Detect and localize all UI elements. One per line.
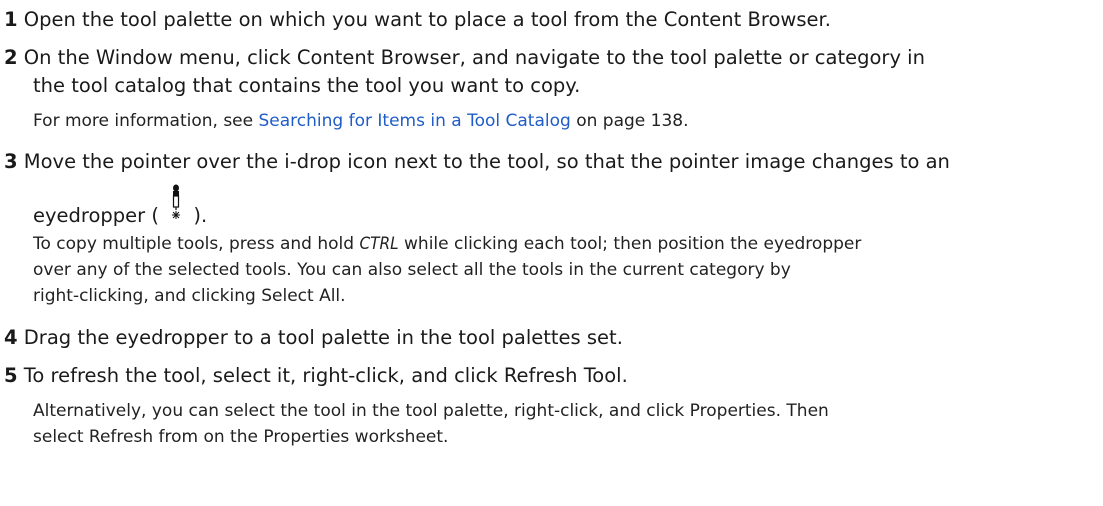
- step-1: 1 Open the tool palette on which you wan…: [4, 6, 1094, 34]
- step-4: 4 Drag the eyedropper to a tool palette …: [4, 324, 1094, 352]
- step-2-continued: the tool catalog that contains the tool …: [33, 72, 1103, 100]
- step-text-before-icon: eyedropper (: [33, 204, 160, 227]
- note-line-1: To copy multiple tools, press and hold C…: [33, 231, 1088, 257]
- note-text: For more information, see: [33, 111, 259, 131]
- step-3-note: To copy multiple tools, press and hold C…: [33, 231, 1088, 309]
- note-text: on page 138.: [570, 111, 689, 131]
- step-text-line2: the tool catalog that contains the tool …: [33, 74, 581, 97]
- step-number: 2: [4, 46, 18, 69]
- step-text-line1: Move the pointer over the i-drop icon ne…: [23, 150, 950, 173]
- note-line-1: Alternatively, you can select the tool i…: [33, 401, 829, 421]
- step-3-continued: eyedropper ( ).: [33, 184, 1103, 230]
- note-text: To copy multiple tools, press and hold: [33, 234, 360, 254]
- step-text-line1: On the Window menu, click Content Browse…: [23, 46, 925, 69]
- step-text: To refresh the tool, select it, right-cl…: [23, 364, 628, 387]
- step-text: Drag the eyedropper to a tool palette in…: [23, 326, 623, 349]
- step-number: 3: [4, 150, 18, 173]
- step-5-note: Alternatively, you can select the tool i…: [33, 398, 1088, 450]
- note-line-2: select Refresh from on the Properties wo…: [33, 427, 449, 447]
- note-line-2: over any of the selected tools. You can …: [33, 260, 791, 280]
- step-5: 5 To refresh the tool, select it, right-…: [4, 362, 1094, 390]
- step-3: 3 Move the pointer over the i-drop icon …: [4, 148, 1094, 176]
- step-text: Open the tool palette on which you want …: [23, 8, 831, 31]
- note-line-3: right-clicking, and clicking Select All.: [33, 286, 346, 306]
- note-text: while clicking each tool; then position …: [398, 234, 862, 254]
- step-number: 1: [4, 8, 18, 31]
- catalog-search-link[interactable]: Searching for Items in a Tool Catalog: [259, 111, 571, 131]
- step-2: 2 On the Window menu, click Content Brow…: [4, 44, 1094, 72]
- eyedropper-icon: [172, 184, 181, 219]
- step-number: 4: [4, 326, 18, 349]
- step-number: 5: [4, 364, 18, 387]
- step-text-after-icon: ).: [193, 204, 208, 227]
- ctrl-key: CTRL: [359, 234, 399, 254]
- step-2-note: For more information, see Searching for …: [33, 108, 1088, 134]
